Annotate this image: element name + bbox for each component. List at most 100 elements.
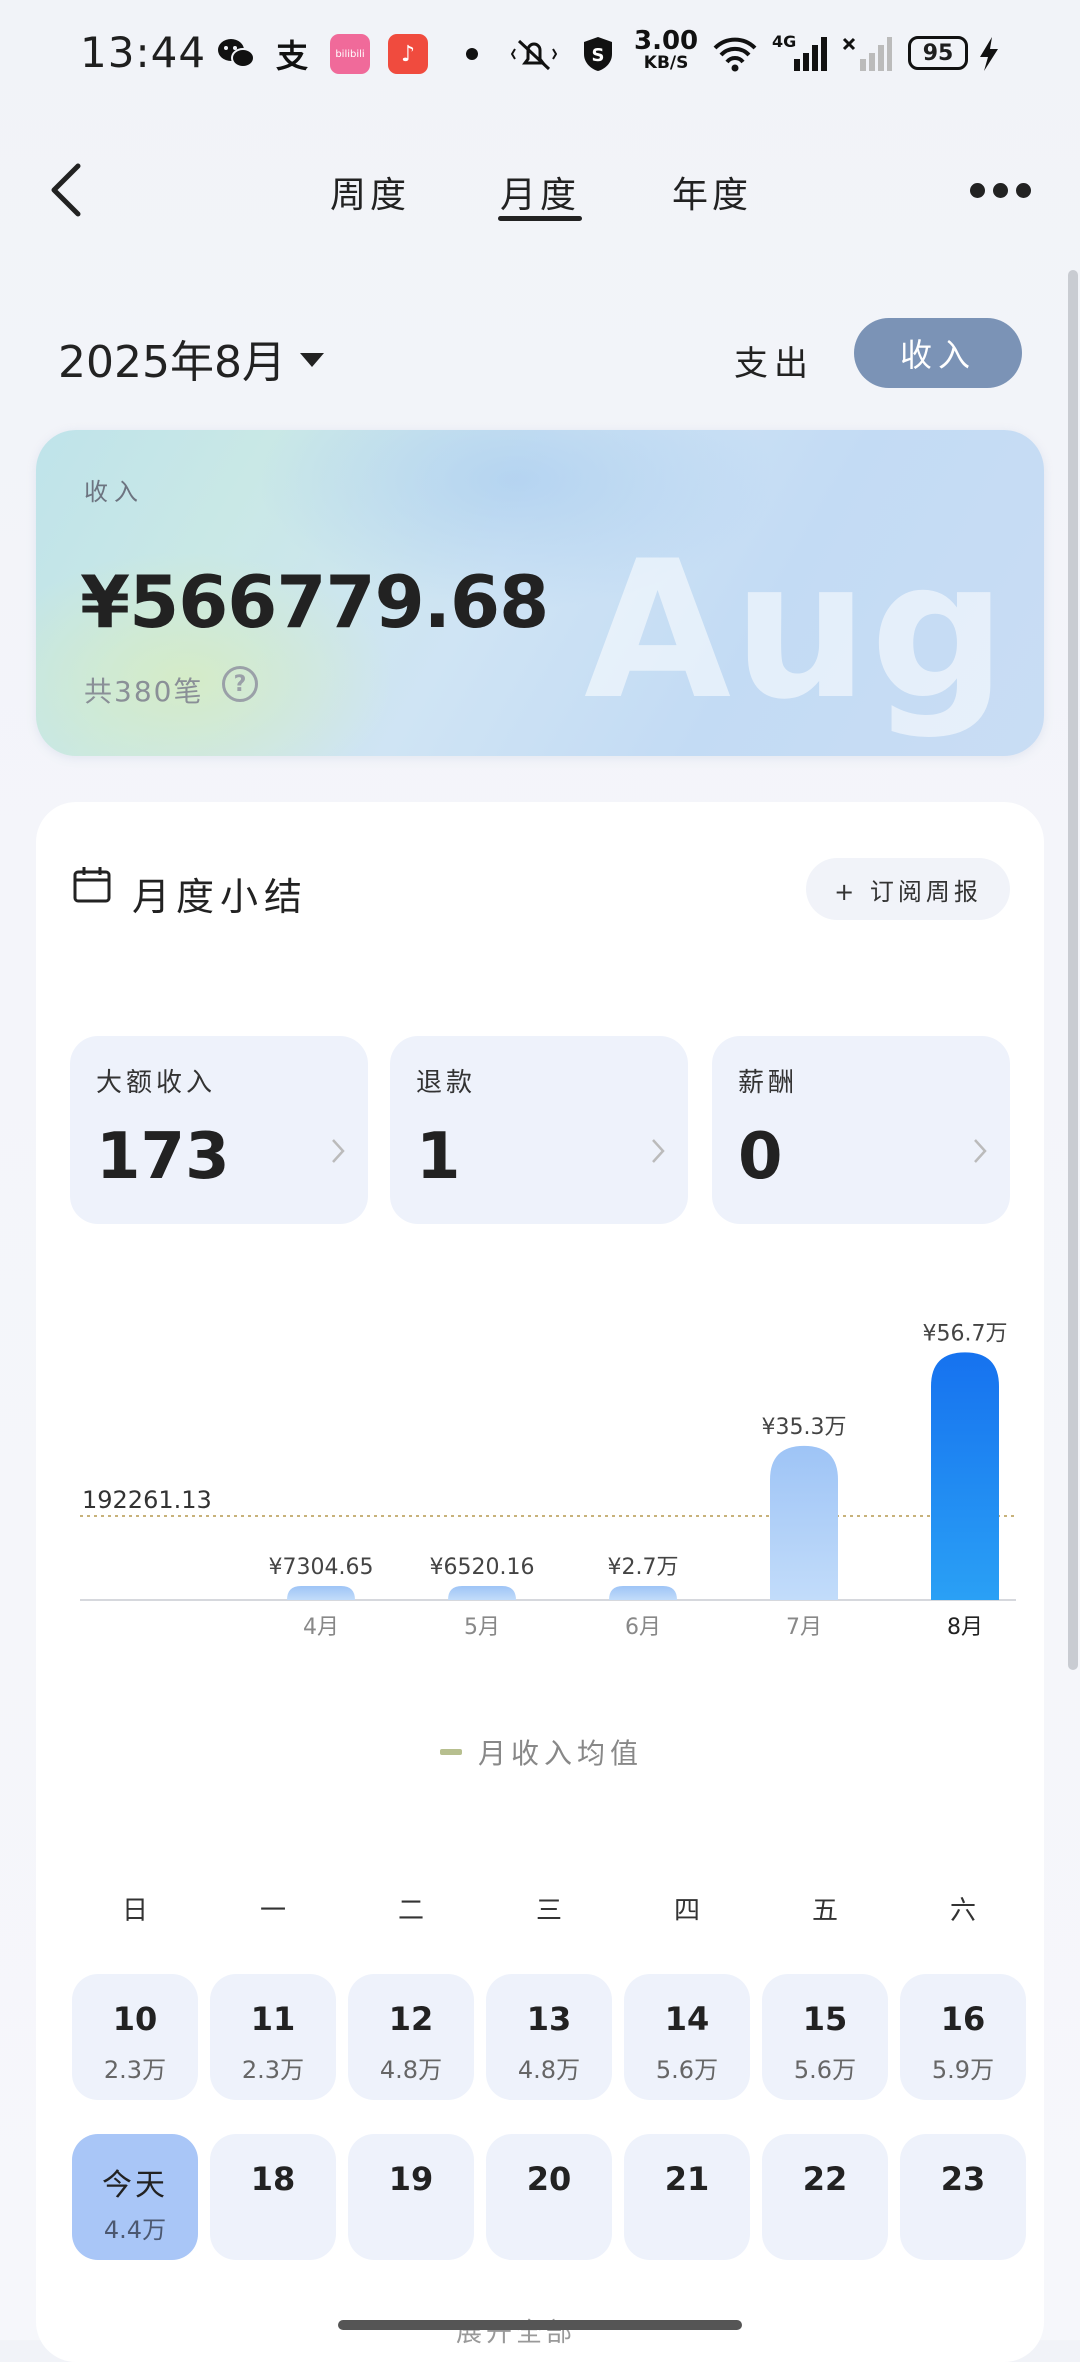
calendar-day[interactable]: 22 [762,2134,888,2260]
day-number: 15 [802,2000,848,2038]
calendar-day[interactable]: 10 2.3万 [72,1974,198,2100]
expense-toggle[interactable]: 支出 [734,336,814,385]
average-value-label: 192261.13 [82,1486,212,1514]
bar-value-label: ¥56.7万 [923,1321,1008,1346]
chevron-right-icon [332,1139,345,1163]
svg-text:S: S [592,45,605,66]
calendar-day-today[interactable]: 今天 4.4万 [72,2134,198,2260]
status-time: 13:44 [80,28,207,77]
mute-bell-icon [508,34,560,74]
calendar-day[interactable]: 12 4.8万 [348,1974,474,2100]
bar-7[interactable] [770,1445,838,1600]
more-button[interactable] [970,170,1040,210]
day-amount: 5.6万 [793,2056,857,2084]
shield-icon: S [578,34,618,74]
day-number: 22 [802,2160,848,2198]
tab-active-indicator [498,216,582,221]
home-indicator[interactable] [338,2320,742,2330]
bar-6[interactable] [609,1586,677,1600]
x-tick-label: 7月 [786,1615,822,1640]
x-tick-label: 8月 [947,1615,983,1640]
signal-4g-icon: 4G [772,32,828,74]
wechat-icon [214,34,258,74]
bar-value-label: ¥6520.16 [430,1555,535,1580]
notification-dot-icon [466,48,478,60]
calendar-icon [73,867,111,903]
calendar-day[interactable]: 14 5.6万 [624,1974,750,2100]
income-label: 收入 [84,478,144,506]
income-toggle[interactable]: 收入 [854,318,1022,388]
network-type: 4G [772,32,797,51]
day-number: 13 [526,2000,572,2038]
calendar-day[interactable]: 19 [348,2134,474,2260]
bar-5[interactable] [448,1586,516,1600]
stat-value: 173 [96,1120,230,1194]
charging-icon [974,34,1004,74]
legend-swatch [440,1749,462,1755]
weekday-label: 三 [535,1896,562,1926]
tab-yearly[interactable]: 年度 [672,166,752,218]
day-amount: 5.6万 [655,2056,719,2084]
day-number: 23 [940,2160,986,2198]
stat-salary[interactable]: 薪酬 0 [712,1036,1010,1224]
calendar-day[interactable]: 21 [624,2134,750,2260]
calendar-day[interactable]: 15 5.6万 [762,1974,888,2100]
day-amount: 2.3万 [103,2056,167,2084]
caret-down-icon [299,353,324,367]
day-number: 14 [664,2000,710,2038]
chevron-right-icon [652,1139,665,1163]
day-number: 10 [112,2000,158,2038]
day-number: 12 [388,2000,434,2038]
network-speed: 3.00 KB/S [634,26,699,73]
day-number: 21 [664,2160,710,2198]
tab-monthly[interactable]: 月度 [500,166,580,218]
stat-refund[interactable]: 退款 1 [390,1036,688,1224]
back-button[interactable] [44,160,104,220]
transaction-count: 共380笔 [84,675,204,708]
stat-label: 大额收入 [96,1068,217,1098]
bar-value-label: ¥2.7万 [608,1555,679,1580]
bar-value-label: ¥35.3万 [762,1415,847,1440]
stat-label: 退款 [416,1068,477,1098]
monthly-income-chart: 192261.13 ¥7304.65 4月 ¥6520.16 5月 ¥2.7万 6月 ¥35… [80,1321,1016,1640]
day-number: 20 [526,2160,572,2198]
stat-value: 0 [738,1120,783,1194]
calendar-day[interactable]: 16 5.9万 [900,1974,1026,2100]
chevron-right-icon [974,1139,987,1163]
weekday-label: 六 [949,1896,976,1926]
signal-no-sim-icon [842,34,892,74]
calendar-day[interactable]: 23 [900,2134,1026,2260]
stat-large-income[interactable]: 大额收入 173 [70,1036,368,1224]
x-tick-label: 5月 [464,1615,500,1640]
expand-all-button[interactable]: 展开全部 [456,2312,576,2349]
weekday-label: 四 [673,1896,700,1926]
tab-weekly[interactable]: 周度 [330,166,410,218]
bar-8[interactable] [931,1352,999,1600]
calendar-day[interactable]: 18 [210,2134,336,2260]
status-bar: 13:44 支 bilibili ♪ S 3.00 KB/S 4G 95 [0,0,1080,110]
month-selector[interactable]: 2025年8月 [58,326,324,390]
battery-icon: 95 [908,36,968,70]
x-tick-label: 4月 [303,1615,339,1640]
stat-label: 薪酬 [738,1068,799,1098]
day-number: 16 [940,2000,986,2038]
calendar-day[interactable]: 11 2.3万 [210,1974,336,2100]
scrollbar[interactable] [1068,270,1078,1670]
stat-value: 1 [416,1120,461,1194]
bar-4[interactable] [287,1586,355,1600]
music-icon: ♪ [388,34,428,74]
weekday-label: 二 [397,1896,424,1926]
day-amount: 2.3万 [241,2056,305,2084]
chevron-left-icon [51,163,81,217]
calendar-day[interactable]: 20 [486,2134,612,2260]
day-amount: 4.8万 [379,2056,443,2084]
day-number: 今天 [102,2168,168,2203]
income-total-amount: ¥566779.68 [80,560,549,644]
help-icon[interactable]: ? [222,666,258,702]
subscribe-weekly-button[interactable]: + 订阅周报 [806,858,1010,920]
calendar-day[interactable]: 13 4.8万 [486,1974,612,2100]
day-amount: 5.9万 [931,2056,995,2084]
month-watermark: Aug [584,520,1009,741]
summary-title: 月度小结 [132,875,309,919]
alipay-icon: 支 [275,37,308,75]
